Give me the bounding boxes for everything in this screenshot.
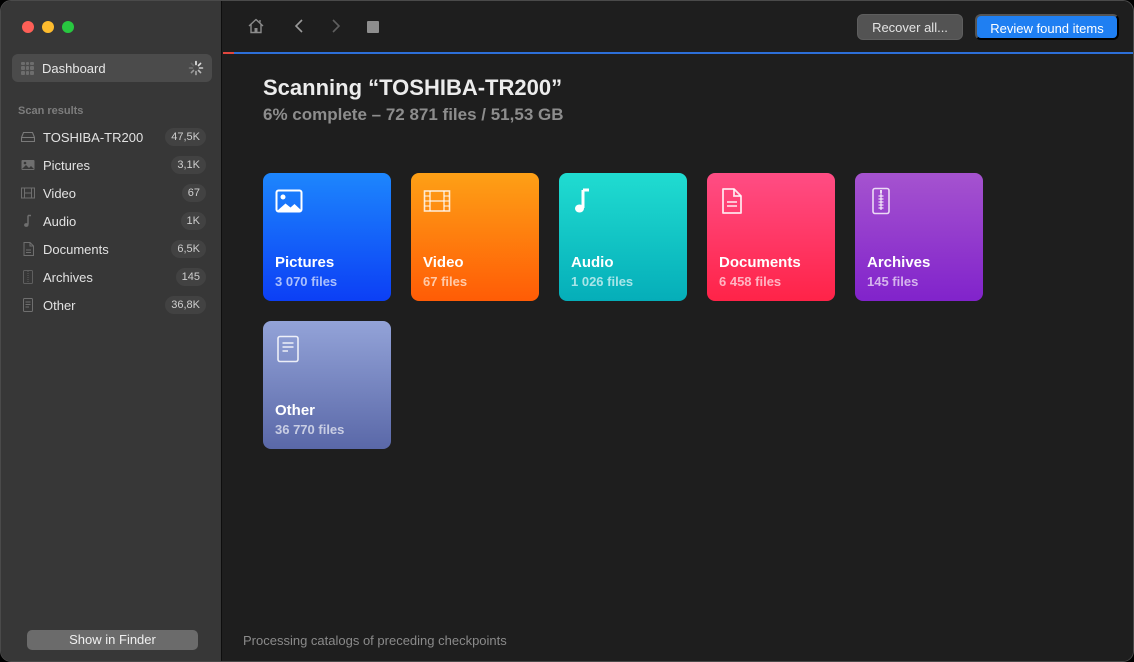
scan-results-heading: Scan results	[18, 105, 84, 117]
review-found-items-button[interactable]: Review found items	[975, 14, 1119, 40]
minimize-window-button[interactable]	[42, 21, 54, 33]
scan-progress-fill	[223, 52, 234, 54]
file-icon	[21, 298, 35, 312]
forward-icon[interactable]	[330, 17, 342, 40]
sidebar-item-label: Documents	[43, 241, 109, 257]
category-name: Other	[275, 402, 316, 419]
recover-all-button[interactable]: Recover all...	[857, 14, 963, 40]
sidebar-item-drive[interactable]: TOSHIBA-TR200 47,5K	[1, 123, 222, 151]
count-badge: 145	[175, 268, 206, 286]
category-card-pictures[interactable]: Pictures 3 070 files	[263, 173, 391, 301]
drive-icon	[21, 130, 35, 144]
scan-progress-summary: 6% complete – 72 871 files / 51,53 GB	[263, 105, 564, 124]
category-count: 3 070 files	[275, 274, 338, 289]
category-card-other[interactable]: Other 36 770 files	[263, 321, 391, 449]
count-badge: 36,8K	[165, 296, 206, 314]
count-badge: 67	[181, 184, 206, 202]
sidebar-item-label: Pictures	[43, 157, 90, 173]
document-icon	[722, 188, 742, 214]
film-icon	[21, 186, 35, 200]
category-card-documents[interactable]: Documents 6 458 files	[707, 173, 835, 301]
category-card-video[interactable]: Video 67 files	[411, 173, 539, 301]
category-count: 145 files	[867, 274, 919, 289]
category-count: 6 458 files	[719, 274, 782, 289]
category-name: Pictures	[275, 254, 335, 271]
category-card-archives[interactable]: Archives 145 files	[855, 173, 983, 301]
sidebar-item-label: Dashboard	[42, 60, 106, 76]
file-icon	[277, 335, 299, 363]
sidebar-item-label: Other	[43, 297, 76, 313]
category-name: Archives	[867, 254, 931, 271]
page-title: Scanning “TOSHIBA-TR200”	[263, 75, 563, 100]
sidebar-item-label: Archives	[43, 269, 93, 285]
music-note-icon	[575, 188, 589, 213]
scan-results-list: TOSHIBA-TR200 47,5K Pictures 3,1K Video …	[1, 123, 222, 319]
status-text: Processing catalogs of preceding checkpo…	[243, 633, 507, 648]
music-note-icon	[21, 214, 35, 228]
count-badge: 47,5K	[165, 128, 206, 146]
grid-icon	[21, 61, 34, 75]
count-badge: 6,5K	[171, 240, 206, 258]
close-window-button[interactable]	[22, 21, 34, 33]
show-in-finder-button[interactable]: Show in Finder	[27, 630, 198, 650]
sidebar-item-archives[interactable]: Archives 145	[1, 263, 222, 291]
spinner-icon	[188, 60, 204, 76]
category-count: 36 770 files	[275, 422, 345, 437]
sidebar: Dashboard Scan results TOSHIBA-TR200 47,…	[1, 1, 222, 661]
category-card-audio[interactable]: Audio 1 026 files	[559, 173, 687, 301]
app-window: Dashboard Scan results TOSHIBA-TR200 47,…	[0, 0, 1134, 662]
sidebar-item-audio[interactable]: Audio 1K	[1, 207, 222, 235]
sidebar-item-video[interactable]: Video 67	[1, 179, 222, 207]
sidebar-item-label: Video	[43, 185, 77, 201]
sidebar-item-documents[interactable]: Documents 6,5K	[1, 235, 222, 263]
main-content: Recover all... Review found items Scanni…	[223, 1, 1133, 661]
film-icon	[423, 190, 451, 212]
archive-zip-icon	[872, 187, 890, 215]
category-name: Documents	[719, 254, 801, 271]
stop-icon[interactable]	[367, 20, 379, 38]
count-badge: 3,1K	[171, 156, 206, 174]
sidebar-item-dashboard[interactable]: Dashboard	[12, 54, 212, 82]
sidebar-item-pictures[interactable]: Pictures 3,1K	[1, 151, 222, 179]
document-icon	[21, 242, 35, 256]
sidebar-item-label: Audio	[43, 213, 77, 229]
home-icon[interactable]	[247, 17, 265, 40]
scan-progress-bar	[223, 52, 1133, 54]
count-badge: 1K	[180, 212, 206, 230]
category-name: Video	[423, 254, 464, 271]
archive-zip-icon	[21, 270, 35, 284]
back-icon[interactable]	[293, 17, 305, 40]
picture-icon	[275, 189, 303, 213]
window-controls	[22, 21, 74, 33]
picture-icon	[21, 158, 35, 172]
sidebar-item-label: TOSHIBA-TR200	[43, 129, 144, 145]
category-name: Audio	[571, 254, 614, 271]
sidebar-item-other[interactable]: Other 36,8K	[1, 291, 222, 319]
category-count: 67 files	[423, 274, 468, 289]
maximize-window-button[interactable]	[62, 21, 74, 33]
category-count: 1 026 files	[571, 274, 634, 289]
